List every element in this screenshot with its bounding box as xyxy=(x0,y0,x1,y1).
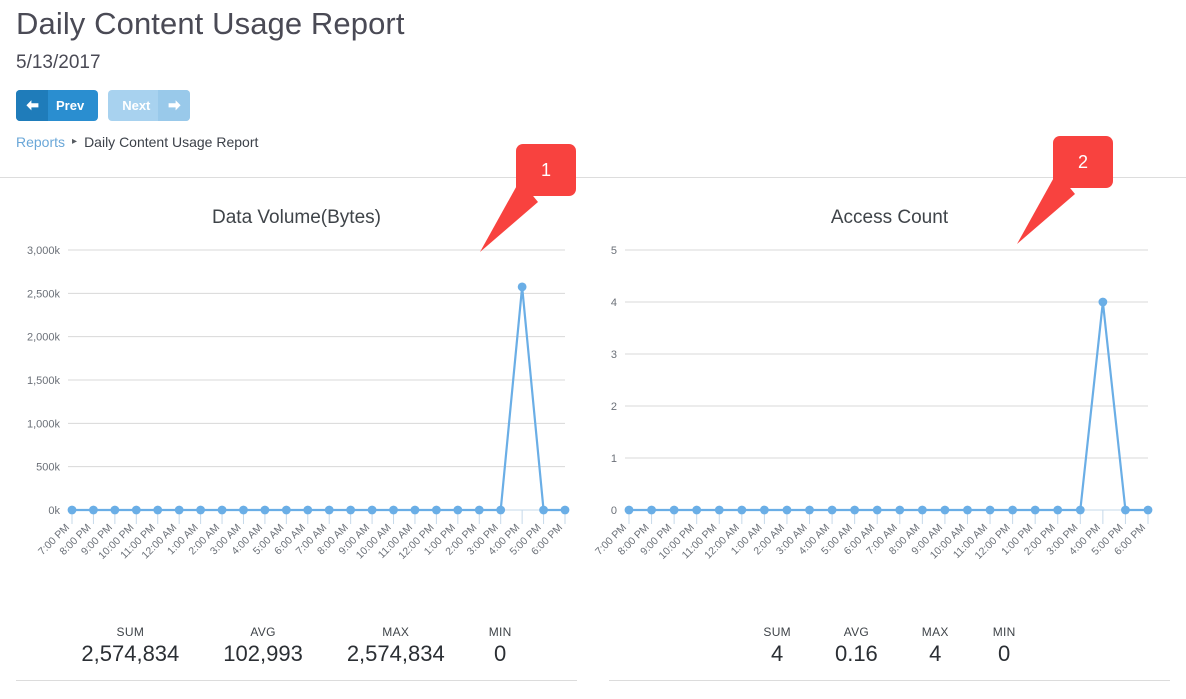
stat-avg-value: 102,993 xyxy=(223,641,303,666)
stat-min-label: MIN xyxy=(992,625,1016,639)
arrow-right-icon xyxy=(158,90,191,121)
stats-data-volume: SUM 2,574,834 AVG 102,993 MAX 2,574,834 … xyxy=(0,625,593,667)
arrow-left-icon xyxy=(16,90,48,121)
svg-text:0k: 0k xyxy=(48,505,60,517)
svg-text:500k: 500k xyxy=(36,462,60,474)
callout-badge-1-label: 1 xyxy=(540,159,551,180)
prev-button[interactable]: Prev xyxy=(16,90,99,121)
svg-text:5: 5 xyxy=(611,245,617,257)
stat-sum-value: 4 xyxy=(771,641,784,666)
stats-access-count: SUM 4 AVG 0.16 MAX 4 MIN 0 xyxy=(593,625,1186,667)
callout-badge-1[interactable]: 1 xyxy=(480,144,576,252)
stat-max: MAX 2,574,834 xyxy=(325,625,467,667)
prev-button-label: Prev xyxy=(56,98,85,113)
stat-max: MAX 4 xyxy=(900,625,971,667)
svg-text:2,500k: 2,500k xyxy=(27,288,61,300)
stat-avg: AVG 102,993 xyxy=(201,625,325,667)
stat-min-value: 0 xyxy=(494,641,507,666)
callout-badge-2[interactable]: 2 xyxy=(1017,136,1113,244)
panel-data-volume: Data Volume(Bytes) 0k 500k 1,000k 1,500k 2,0… xyxy=(0,178,593,699)
report-date: 5/13/2017 xyxy=(16,52,101,73)
svg-text:2,000k: 2,000k xyxy=(27,332,61,344)
svg-text:3: 3 xyxy=(611,349,617,361)
panel-access-count: Access Count 0 1 2 3 4 5 7:00 PM 8:00 PM 9:00 PM… xyxy=(593,178,1186,699)
stat-sum-value: 2,574,834 xyxy=(81,641,180,666)
svg-text:1,000k: 1,000k xyxy=(27,418,61,430)
stat-avg-value: 0.16 xyxy=(834,641,878,666)
next-button-label: Next xyxy=(122,98,151,113)
stat-max-label: MAX xyxy=(921,625,949,639)
report-page: Daily Content Usage Report 5/13/2017 Pre… xyxy=(0,0,1186,699)
breadcrumb-separator-icon: ▸ xyxy=(72,136,78,147)
svg-text:4: 4 xyxy=(611,297,617,309)
stat-sum: SUM 4 xyxy=(741,625,813,667)
stat-min-value: 0 xyxy=(998,641,1011,666)
breadcrumb-link-reports[interactable]: Reports xyxy=(16,134,65,150)
svg-text:2: 2 xyxy=(611,401,617,413)
stat-max-value: 4 xyxy=(929,641,942,666)
svg-text:3,000k: 3,000k xyxy=(27,245,61,257)
stat-sum: SUM 2,574,834 xyxy=(59,625,201,667)
stat-avg-label: AVG xyxy=(250,625,276,639)
charts-container: Data Volume(Bytes) 0k 500k 1,000k 1,500k 2,0… xyxy=(0,178,1186,699)
breadcrumb: Reports ▸ Daily Content Usage Report xyxy=(16,134,258,150)
svg-text:0: 0 xyxy=(611,505,617,517)
date-nav-buttons: Prev Next xyxy=(16,90,191,121)
stat-sum-label: SUM xyxy=(763,625,791,639)
stat-min: MIN 0 xyxy=(467,625,534,667)
stat-sum-label: SUM xyxy=(116,625,145,639)
breadcrumb-current: Daily Content Usage Report xyxy=(84,134,259,150)
chart-access-count[interactable]: 0 1 2 3 4 5 7:00 PM 8:00 PM 9:00 PM 10:00 PM 11:00… xyxy=(593,238,1186,588)
stat-avg-label: AVG xyxy=(843,625,870,639)
stat-max-value: 2,574,834 xyxy=(346,641,445,666)
next-button[interactable]: Next xyxy=(108,90,191,121)
page-title: Daily Content Usage Report xyxy=(16,6,405,41)
chart-data-volume[interactable]: 0k 500k 1,000k 1,500k 2,000k 2,500k 3,000k 7:00… xyxy=(0,238,593,588)
callout-badge-2-label: 2 xyxy=(1077,151,1088,172)
stat-min: MIN 0 xyxy=(971,625,1038,667)
panel-divider-left xyxy=(16,680,577,681)
stat-min-label: MIN xyxy=(488,625,512,639)
svg-text:1: 1 xyxy=(611,453,617,465)
svg-text:1,500k: 1,500k xyxy=(27,375,61,387)
stat-max-label: MAX xyxy=(382,625,410,639)
panel-divider-right xyxy=(609,680,1170,681)
stat-avg: AVG 0.16 xyxy=(813,625,900,667)
